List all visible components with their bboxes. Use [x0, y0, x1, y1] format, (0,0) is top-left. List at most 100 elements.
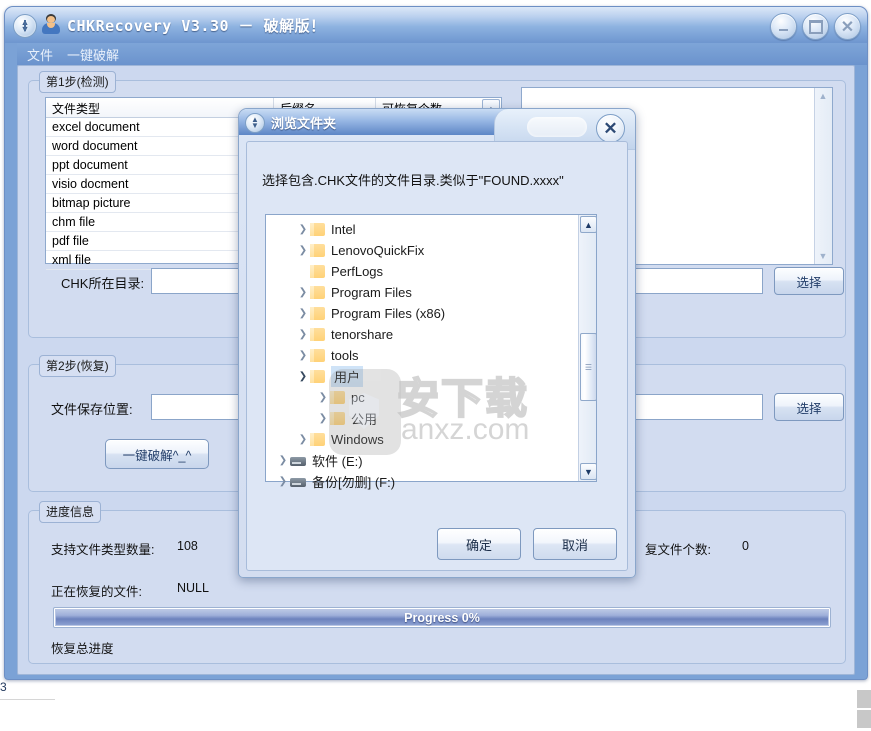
dialog-title-pill	[527, 117, 587, 137]
folder-icon	[310, 307, 325, 320]
chevron-right-icon[interactable]: ❯	[316, 392, 330, 403]
tree-item[interactable]: ❯ Windows	[266, 429, 578, 450]
menu-item-one-click-crack[interactable]: 一键破解	[67, 45, 119, 64]
select-save-location-button[interactable]: 选择	[774, 393, 844, 421]
tree-item-label: LenovoQuickFix	[331, 243, 425, 258]
folder-icon	[310, 286, 325, 299]
chevron-right-icon[interactable]: ❯	[296, 224, 310, 235]
tree-item[interactable]: ❯ tools	[266, 345, 578, 366]
progress-legend: 进度信息	[39, 501, 102, 523]
system-menu-icon[interactable]: ▲ ▼	[13, 14, 37, 38]
dialog-title: 浏览文件夹	[271, 116, 337, 131]
total-progress-label: 恢复总进度	[51, 642, 114, 656]
tree-item[interactable]: PerfLogs	[266, 261, 578, 282]
page-number: 3	[0, 680, 7, 694]
dialog-prompt: 选择包含.CHK文件的文件目录.类似于"FOUND.xxxx"	[262, 173, 564, 188]
scrollbar-segment[interactable]	[857, 690, 871, 708]
tree-item-label: tenorshare	[331, 327, 394, 342]
chevron-right-icon[interactable]: ❯	[296, 287, 310, 298]
dialog-close-button[interactable]: ✕	[596, 114, 625, 143]
tree-item[interactable]: ❯ tenorshare	[266, 324, 578, 345]
folder-tree-scrollbar[interactable]: ▲ ☰ ▼	[578, 215, 597, 481]
tree-item[interactable]: ❯ 备份[勿删] (F:)	[266, 471, 578, 492]
tree-item-label: 公用	[351, 412, 378, 427]
chevron-right-icon[interactable]: ❯	[296, 434, 310, 445]
chevron-right-icon[interactable]: ❯	[296, 350, 310, 361]
title-bar: ▲ ▼ CHKRecovery V3.30 － 破解版！ ✕	[5, 7, 867, 43]
tree-item[interactable]: ❯ Intel	[266, 219, 578, 240]
tree-item-label: 软件 (E:)	[312, 454, 363, 469]
scrollbar-segment[interactable]	[857, 710, 871, 728]
chevron-right-icon[interactable]: ❯	[296, 308, 310, 319]
screen: ▲ ▼ CHKRecovery V3.30 － 破解版！ ✕ 文件 一键破解 第1	[0, 0, 871, 731]
tree-item-label: 用户	[331, 366, 364, 387]
tree-item[interactable]: ❯ LenovoQuickFix	[266, 240, 578, 261]
tree-item[interactable]: ❯ 软件 (E:)	[266, 450, 578, 471]
drive-icon	[290, 476, 306, 488]
maximize-button[interactable]	[802, 13, 829, 40]
drive-icon	[290, 455, 306, 467]
tree-item-label: 备份[勿删] (F:)	[312, 475, 396, 490]
file-progress-bar: Progress 0%	[53, 607, 831, 628]
current-file-value: NULL	[177, 581, 209, 595]
menu-item-file[interactable]: 文件	[27, 45, 53, 64]
scrollbar-thumb[interactable]: ☰	[580, 333, 597, 401]
recovered-count-label: 复文件个数:	[645, 543, 711, 557]
folder-tree: ❯ Intel ❯ LenovoQuickFix PerfLogs ❯ Prog…	[266, 219, 578, 492]
tree-item-label: tools	[331, 348, 359, 363]
folder-tree-panel[interactable]: ❯ Intel ❯ LenovoQuickFix PerfLogs ❯ Prog…	[265, 214, 597, 490]
tree-item-label: Program Files (x86)	[331, 306, 446, 321]
window-controls: ✕	[770, 13, 861, 40]
page-title: CHKRecovery V3.30 － 破解版！	[67, 17, 326, 35]
tree-item-label: Windows	[331, 432, 384, 447]
current-file-label: 正在恢复的文件:	[51, 585, 142, 599]
chevron-down-icon[interactable]: ▼	[816, 249, 830, 263]
recovered-count-value: 0	[742, 539, 749, 553]
folder-icon	[310, 244, 325, 257]
tree-item[interactable]: ❯ 公用	[266, 408, 578, 429]
one-click-crack-button[interactable]: 一键破解^_^	[105, 439, 209, 469]
folder-icon	[310, 223, 325, 236]
supported-types-value: 108	[177, 539, 198, 553]
chevron-up-icon[interactable]: ▲	[580, 216, 597, 233]
folder-icon	[330, 391, 345, 404]
chevron-right-icon[interactable]: ❯	[296, 245, 310, 256]
tree-item-label: pc	[351, 390, 365, 405]
chevron-down-icon[interactable]: ▼	[580, 463, 597, 480]
tree-item[interactable]: ❯ Program Files (x86)	[266, 303, 578, 324]
tree-item-label: Program Files	[331, 285, 412, 300]
folder-icon	[330, 412, 345, 425]
select-chk-dir-button[interactable]: 选择	[774, 267, 844, 295]
tree-item[interactable]: ❯ Program Files	[266, 282, 578, 303]
folder-icon	[310, 265, 325, 278]
system-menu-icon[interactable]: ▲ ▼	[245, 113, 265, 133]
menu-bar: 文件 一键破解	[17, 43, 867, 65]
tree-item-label: PerfLogs	[331, 264, 384, 279]
page-scrollbar[interactable]	[857, 690, 871, 731]
divider	[0, 699, 55, 700]
folder-icon	[310, 433, 325, 446]
supported-types-label: 支持文件类型数量:	[51, 543, 155, 557]
tree-item-label: Intel	[331, 222, 356, 237]
folder-icon	[310, 328, 325, 341]
chevron-right-icon[interactable]: ❯	[276, 476, 290, 487]
file-progress-fill: Progress 0%	[55, 609, 829, 626]
chevron-up-icon[interactable]: ▲	[816, 89, 830, 103]
chevron-down-icon[interactable]: ❯	[296, 371, 310, 382]
chevron-right-icon[interactable]: ❯	[296, 329, 310, 340]
close-button[interactable]: ✕	[834, 13, 861, 40]
browse-folder-dialog: ▲ ▼ 浏览文件夹 ✕ 选择包含.CHK文件的文件目录.类似于"FOUND.xxx…	[238, 108, 636, 578]
dialog-body: 选择包含.CHK文件的文件目录.类似于"FOUND.xxxx" ❯ Intel …	[246, 141, 628, 571]
chevron-right-icon[interactable]: ❯	[316, 413, 330, 424]
tree-item[interactable]: ❯ pc	[266, 387, 578, 408]
ok-button[interactable]: 确定	[437, 528, 521, 560]
step2-legend: 第2步(恢复)	[39, 355, 116, 377]
cancel-button[interactable]: 取消	[533, 528, 617, 560]
save-location-label: 文件保存位置:	[51, 402, 133, 417]
tree-item-selected[interactable]: ❯ 用户	[266, 366, 578, 387]
user-app-icon	[41, 13, 61, 35]
minimize-button[interactable]	[770, 13, 797, 40]
grip-icon: ☰	[584, 362, 593, 372]
chk-dir-label: CHK所在目录:	[61, 276, 145, 291]
chevron-right-icon[interactable]: ❯	[276, 455, 290, 466]
